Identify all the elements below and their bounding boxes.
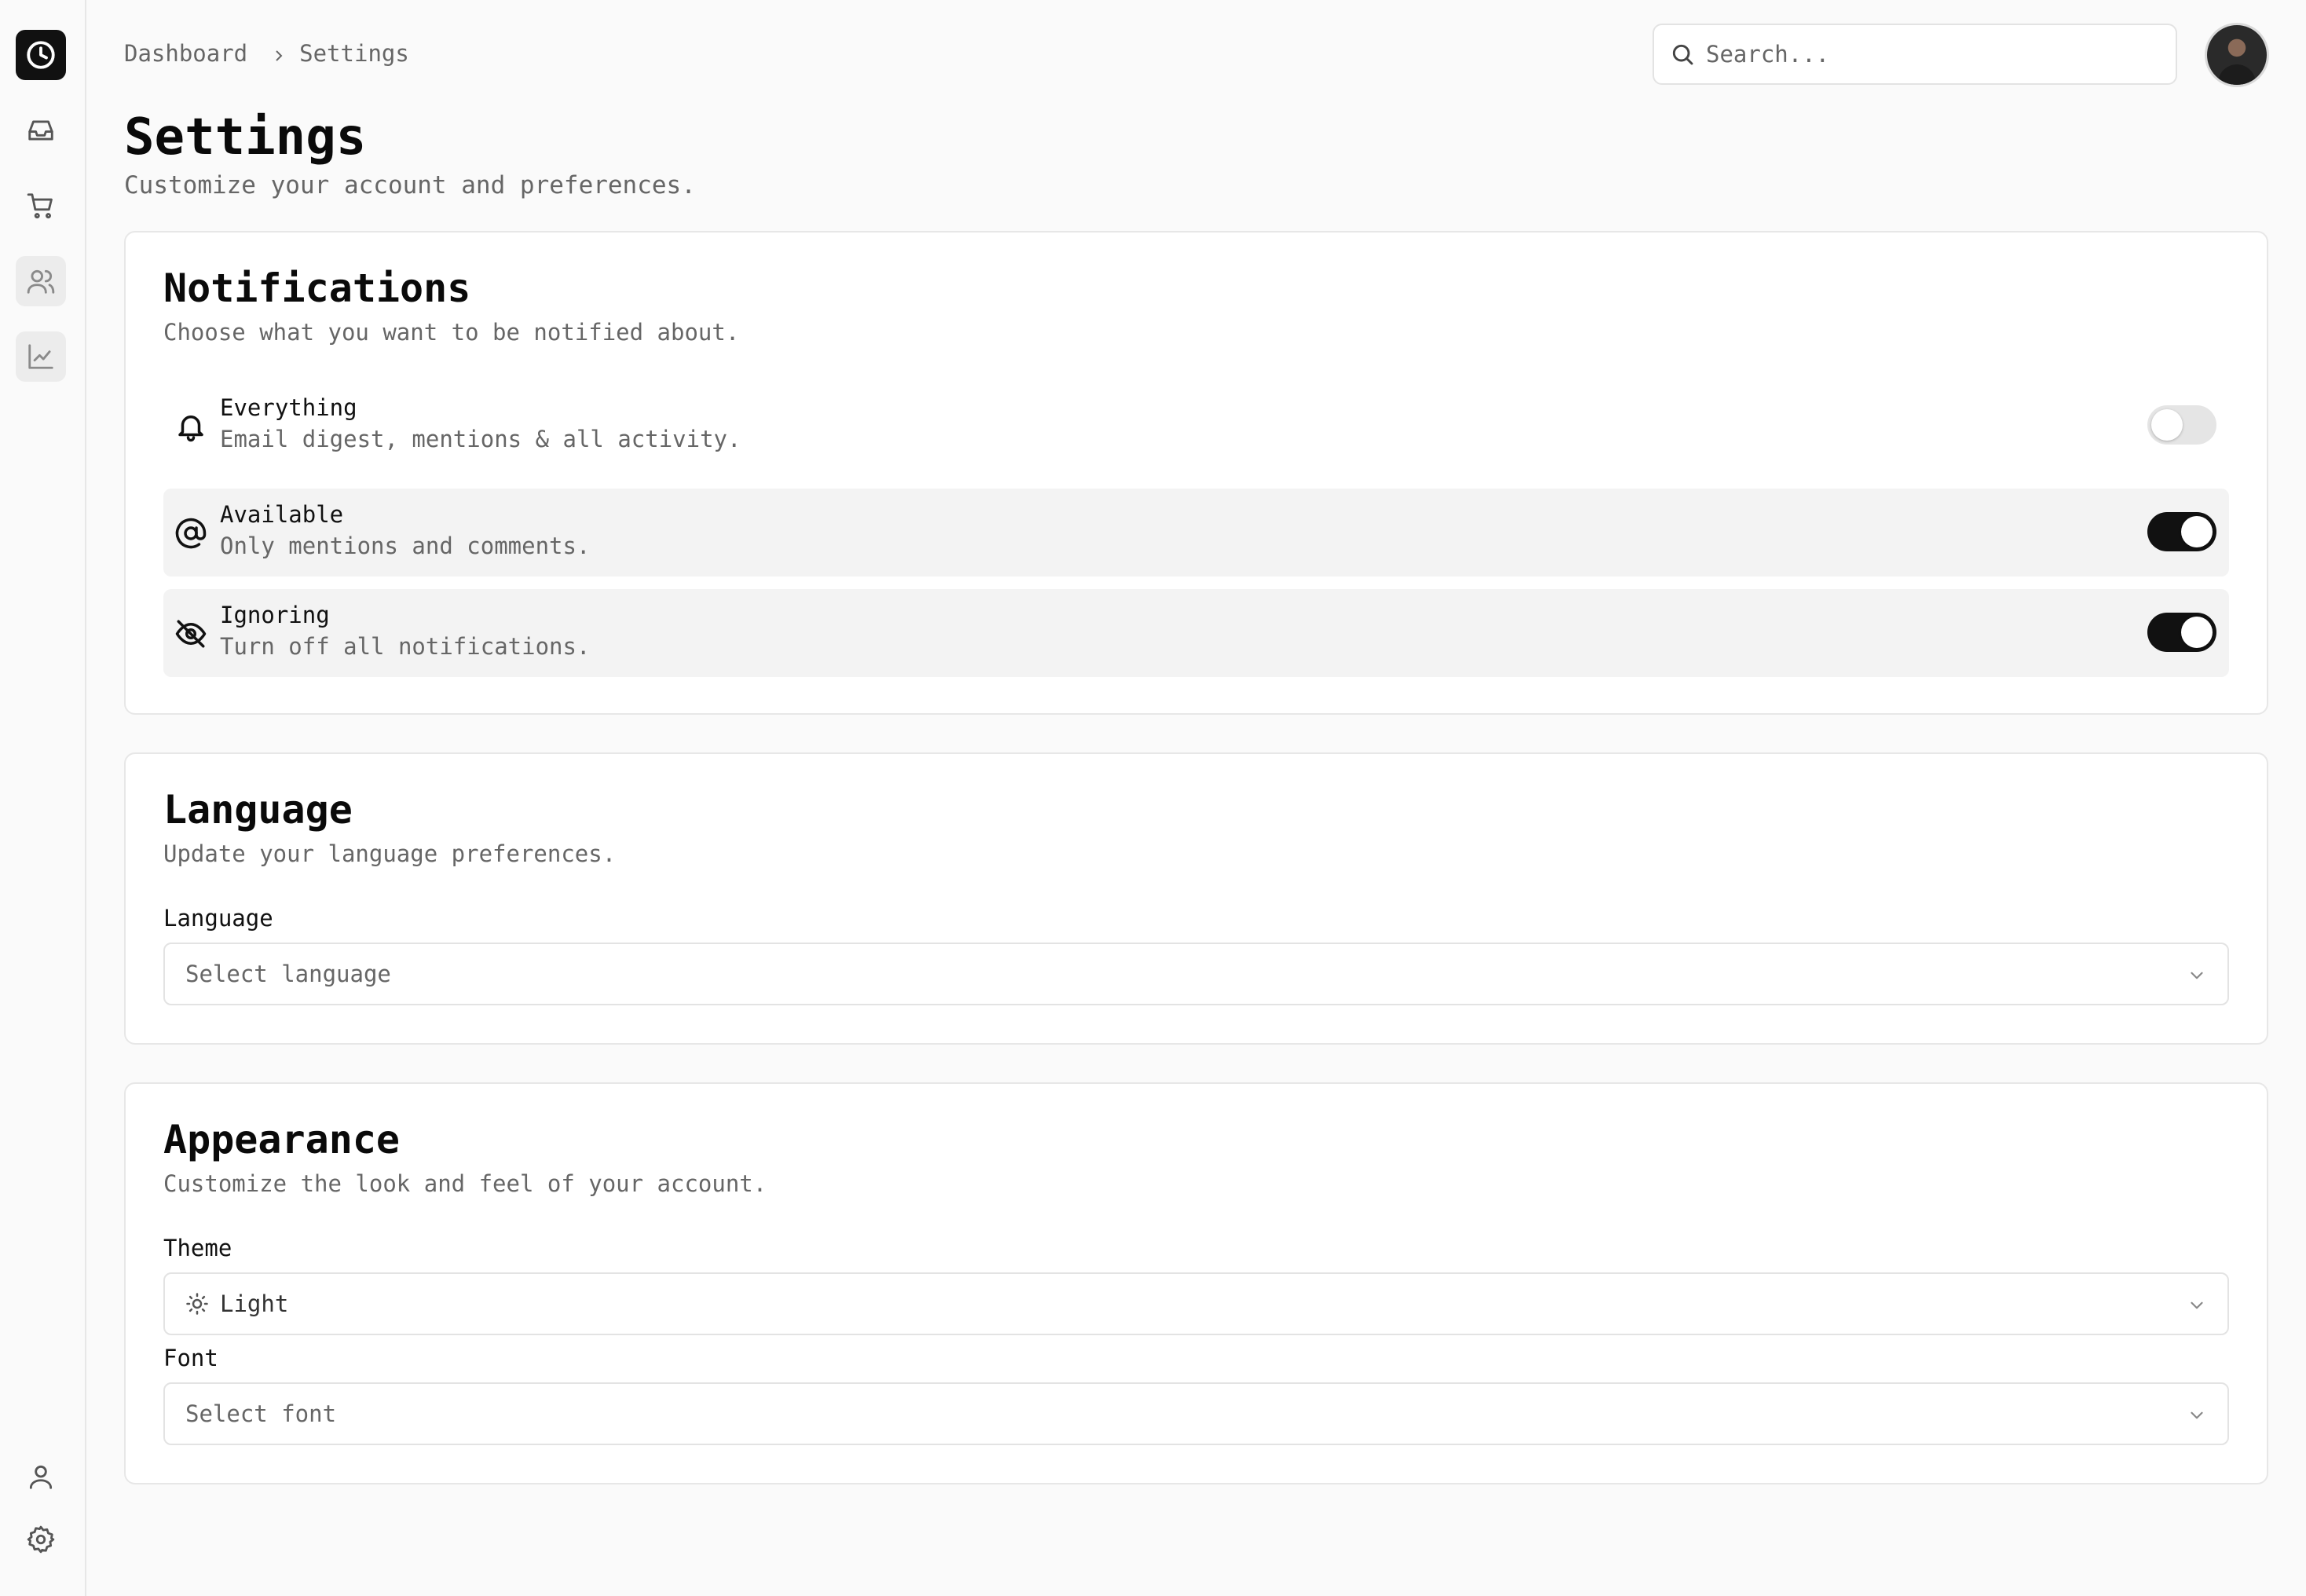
language-description: Update your language preferences. bbox=[163, 840, 617, 867]
everything-toggle[interactable] bbox=[2147, 405, 2216, 445]
search-icon bbox=[1670, 42, 1695, 67]
theme-field-label: Theme bbox=[163, 1235, 232, 1261]
page-subtitle: Customize your account and preferences. bbox=[124, 171, 696, 200]
sidebar bbox=[0, 0, 86, 1596]
cart-icon[interactable] bbox=[16, 181, 66, 231]
font-select[interactable]: Select font bbox=[163, 1382, 2229, 1445]
font-field-label: Font bbox=[163, 1345, 218, 1371]
bell-icon bbox=[174, 410, 207, 443]
notifications-description: Choose what you want to be notified abou… bbox=[163, 319, 740, 346]
notifications-title: Notifications bbox=[163, 265, 471, 311]
search-box[interactable] bbox=[1653, 24, 2177, 85]
theme-select-value: Light bbox=[220, 1290, 289, 1317]
option-description: Only mentions and comments. bbox=[220, 533, 591, 559]
ignoring-toggle[interactable] bbox=[2147, 613, 2216, 652]
language-field-label: Language bbox=[163, 905, 273, 932]
notifications-card: Notifications Choose what you want to be… bbox=[124, 231, 2268, 715]
breadcrumb-dashboard[interactable]: Dashboard bbox=[124, 40, 247, 67]
appearance-description: Customize the look and feel of your acco… bbox=[163, 1170, 767, 1197]
breadcrumb: Dashboard Settings bbox=[124, 40, 409, 67]
gear-icon[interactable] bbox=[16, 1514, 66, 1565]
notification-option-available[interactable]: Available Only mentions and comments. bbox=[163, 489, 2229, 577]
at-sign-icon bbox=[174, 517, 207, 550]
theme-select[interactable]: Light bbox=[163, 1272, 2229, 1335]
users-icon[interactable] bbox=[16, 256, 66, 306]
page-title: Settings bbox=[124, 108, 367, 167]
language-select-placeholder: Select language bbox=[185, 961, 391, 987]
language-select[interactable]: Select language bbox=[163, 943, 2229, 1005]
appearance-title: Appearance bbox=[163, 1117, 401, 1162]
font-select-placeholder: Select font bbox=[185, 1400, 337, 1427]
search-input[interactable] bbox=[1704, 40, 2147, 68]
language-title: Language bbox=[163, 787, 353, 833]
chevron-down-icon bbox=[2187, 1295, 2207, 1316]
option-title: Everything bbox=[220, 394, 357, 421]
notification-option-everything[interactable]: Everything Email digest, mentions & all … bbox=[163, 382, 2229, 470]
breadcrumb-settings[interactable]: Settings bbox=[299, 40, 409, 67]
inbox-icon[interactable] bbox=[16, 105, 66, 156]
avatar[interactable] bbox=[2207, 25, 2267, 85]
option-description: Turn off all notifications. bbox=[220, 633, 591, 660]
user-icon[interactable] bbox=[16, 1451, 66, 1502]
sun-icon bbox=[185, 1292, 209, 1316]
eye-off-icon bbox=[174, 617, 207, 650]
chevron-down-icon bbox=[2187, 965, 2207, 986]
option-title: Available bbox=[220, 501, 344, 528]
available-toggle[interactable] bbox=[2147, 512, 2216, 551]
language-card: Language Update your language preference… bbox=[124, 752, 2268, 1045]
chart-line-icon[interactable] bbox=[16, 331, 66, 382]
option-description: Email digest, mentions & all activity. bbox=[220, 426, 741, 452]
clock-logo-icon[interactable] bbox=[16, 30, 66, 80]
notification-option-ignoring[interactable]: Ignoring Turn off all notifications. bbox=[163, 589, 2229, 677]
chevron-down-icon bbox=[2187, 1405, 2207, 1426]
chevron-right-icon bbox=[269, 44, 288, 63]
option-title: Ignoring bbox=[220, 602, 330, 628]
appearance-card: Appearance Customize the look and feel o… bbox=[124, 1082, 2268, 1484]
